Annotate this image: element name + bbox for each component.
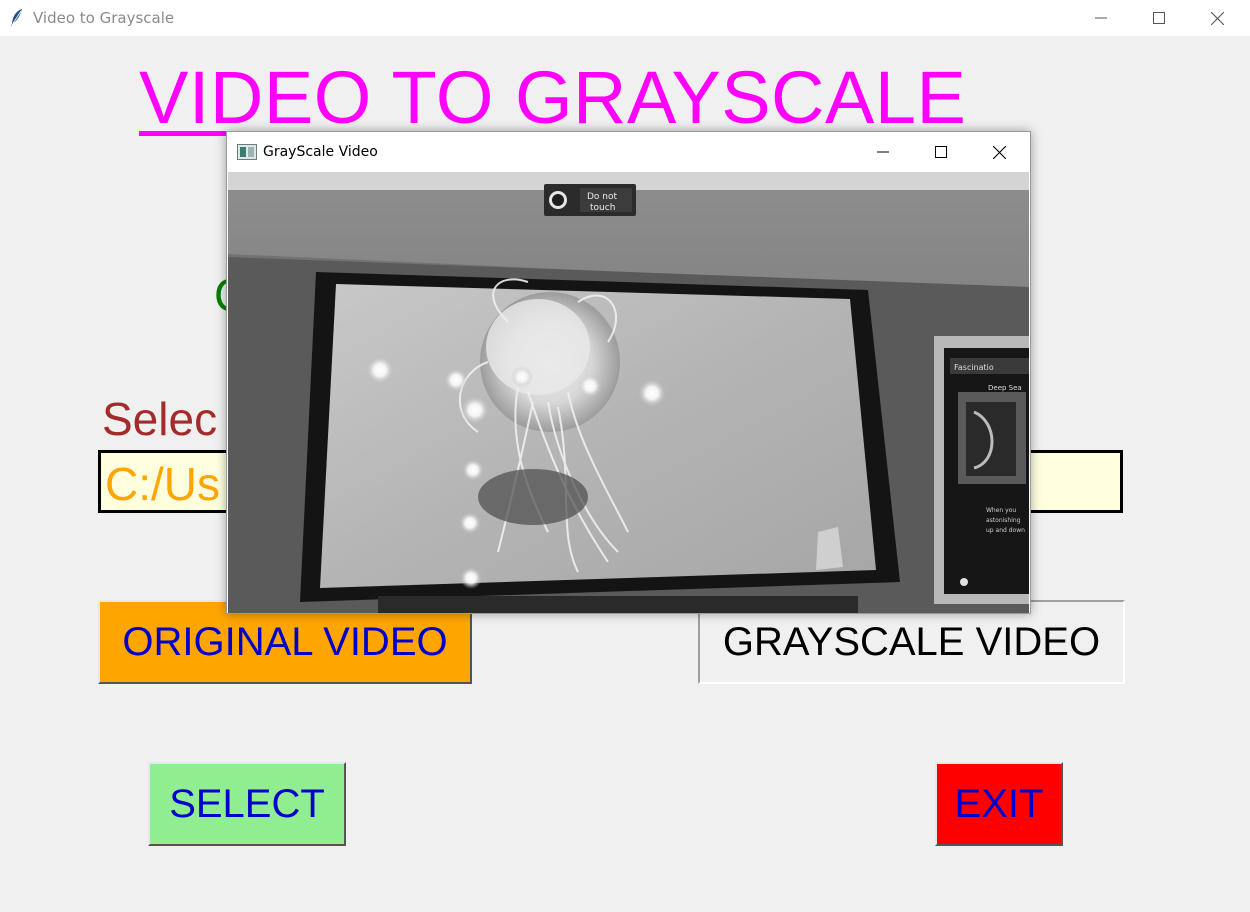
page-heading: VIDEO TO GRAYSCALE [139, 56, 967, 139]
path-value: C:/Us [105, 458, 220, 510]
poster-body-3: up and down [986, 527, 1025, 534]
video-maximize-button[interactable] [912, 132, 970, 172]
minimize-icon [877, 151, 889, 153]
image-window-icon [237, 144, 257, 160]
poster-sub: Deep Sea [988, 384, 1022, 392]
video-title-bar[interactable]: GrayScale Video [227, 132, 1030, 172]
poster-header: Fascinatio [954, 363, 994, 372]
grayscale-video-window[interactable]: GrayScale Video Do not touch Fascinatio … [226, 131, 1031, 614]
exit-button[interactable]: EXIT [935, 762, 1063, 846]
main-window: Video to Grayscale VIDEO TO GRAYSCALE C … [0, 0, 1250, 912]
close-icon [1210, 11, 1224, 25]
maximize-button[interactable] [1130, 0, 1188, 36]
grayscale-video-image: Do not touch Fascinatio Deep Sea When yo… [228, 172, 1029, 613]
minimize-icon [1095, 17, 1107, 19]
video-close-button[interactable] [970, 132, 1028, 172]
video-minimize-button[interactable] [854, 132, 912, 172]
video-window-title: GrayScale Video [263, 144, 378, 160]
close-button[interactable] [1188, 0, 1246, 36]
select-button[interactable]: SELECT [148, 762, 346, 846]
sign-text-line2: touch [590, 203, 615, 213]
maximize-icon [935, 146, 947, 158]
minimize-button[interactable] [1072, 0, 1130, 36]
select-label: Selec [102, 393, 218, 445]
maximize-icon [1153, 12, 1165, 24]
video-frame: Do not touch Fascinatio Deep Sea When yo… [228, 172, 1029, 613]
poster-body-1: When you [986, 507, 1016, 514]
sign-text-line1: Do not [587, 192, 618, 202]
close-icon [992, 145, 1006, 159]
title-bar[interactable]: Video to Grayscale [0, 0, 1250, 36]
window-title: Video to Grayscale [33, 9, 175, 27]
poster-body-2: astonishing [986, 517, 1021, 524]
feather-icon [11, 9, 22, 27]
